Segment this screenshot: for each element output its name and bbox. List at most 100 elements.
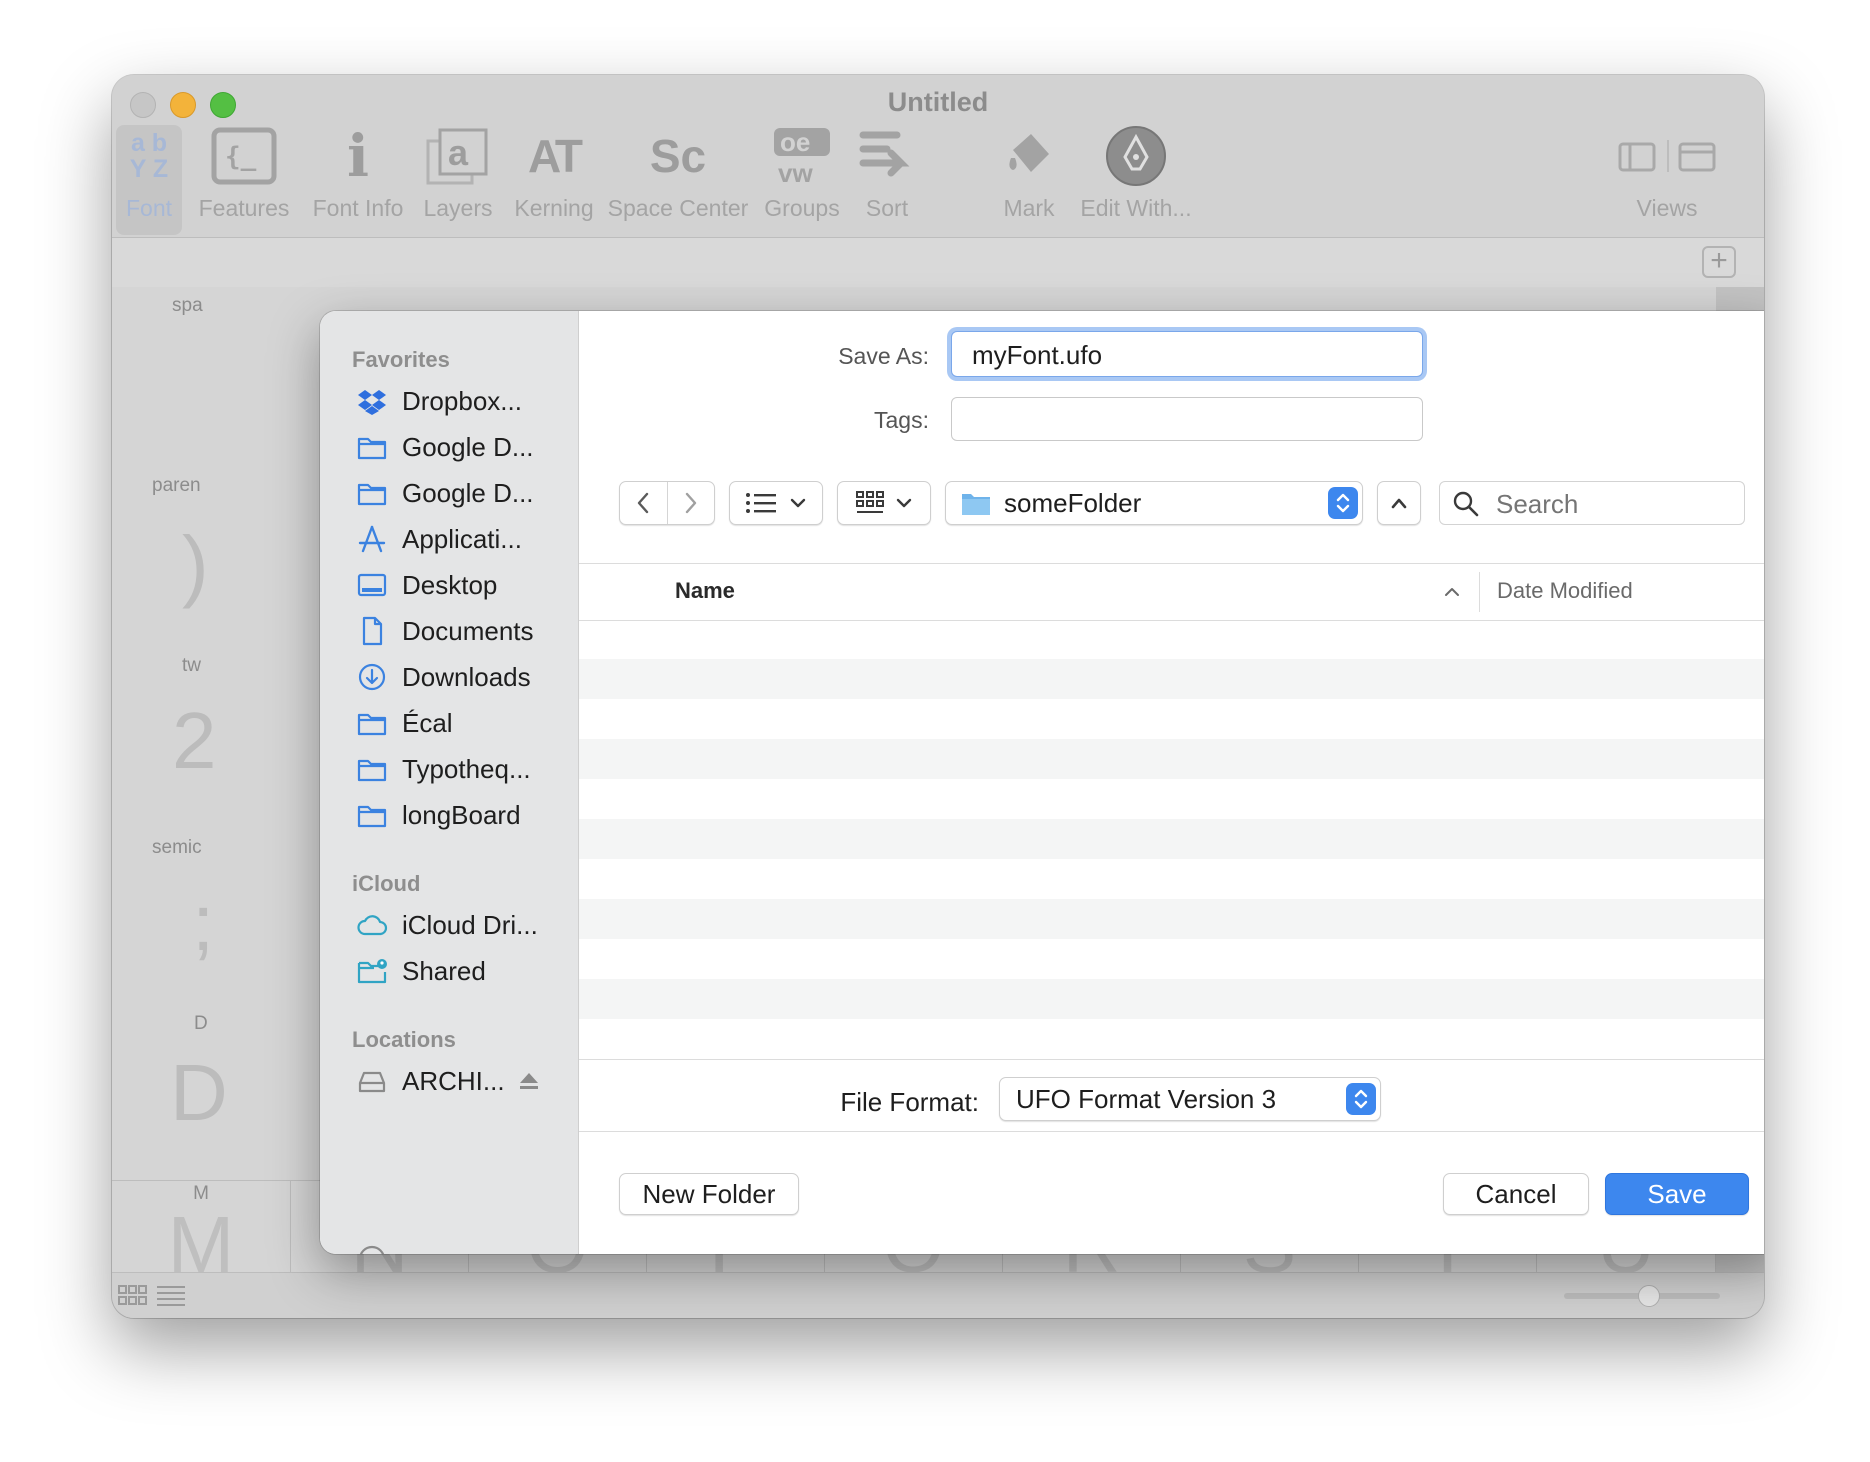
glyph-cell-label: M (193, 1183, 209, 1204)
window-title: Untitled (887, 87, 989, 117)
sidebar-item-google-drive-1[interactable]: Google D... (356, 425, 534, 469)
toolbar-features[interactable]: {_ Features (190, 125, 298, 235)
toolbar-label: Features (198, 195, 290, 221)
save-label: Save (1647, 1178, 1707, 1209)
toolbar-space-center[interactable]: Sc Space Center (606, 125, 750, 235)
tags-field[interactable] (951, 397, 1423, 441)
collapse-button[interactable] (1377, 481, 1421, 525)
toolbar-label: Edit With... (1080, 195, 1192, 221)
sidebar-item-partial (356, 1243, 388, 1254)
glyph-preview[interactable]: D (170, 1047, 228, 1139)
toolbar-kerning[interactable]: AT Kerning (506, 125, 602, 235)
back-button[interactable] (620, 482, 668, 524)
file-list-row (579, 1019, 1764, 1059)
file-list-header: Name Date Modified (579, 563, 1764, 621)
add-icon[interactable]: + (1702, 246, 1736, 278)
search-input[interactable] (1494, 488, 1738, 520)
svg-text:{_: {_ (225, 142, 257, 172)
column-header-date-modified[interactable]: Date Modified (1497, 578, 1633, 604)
info-icon: i (346, 122, 370, 190)
toolbar-label: Space Center (607, 195, 749, 221)
group-by-menu-button[interactable] (837, 481, 931, 525)
new-folder-button[interactable]: New Folder (619, 1173, 799, 1215)
save-button[interactable]: Save (1605, 1173, 1749, 1215)
toolbar-label: Sort (865, 195, 909, 221)
search-field[interactable] (1439, 481, 1745, 525)
eject-icon[interactable] (517, 1069, 541, 1093)
toolbar-label: Font (125, 195, 173, 221)
groups-icon: oe vw (760, 125, 844, 187)
glyph-cell-label: D (194, 1013, 208, 1034)
file-list-row (579, 939, 1764, 979)
sidebar-item-desktop[interactable]: Desktop (356, 563, 497, 607)
svg-text:vw: vw (778, 158, 813, 186)
layers-icon: a (418, 125, 498, 187)
file-list-row (579, 699, 1764, 739)
toolbar-groups[interactable]: oe vw Groups (760, 125, 844, 235)
views-icon (1612, 125, 1722, 187)
forward-button[interactable] (668, 482, 715, 524)
glyph-preview[interactable]: ) (182, 519, 209, 611)
applications-icon (358, 525, 386, 553)
up-down-arrows-icon (1336, 493, 1350, 513)
sidebar-item-documents[interactable]: Documents (356, 609, 534, 653)
save-as-label: Save As: (838, 343, 929, 369)
glyph-cell[interactable]: MM (112, 1180, 291, 1273)
sidebar-item-google-drive-2[interactable]: Google D... (356, 471, 534, 515)
sidebar-item-applications[interactable]: Applicati... (356, 517, 522, 561)
file-format-value: UFO Format Version 3 (1016, 1083, 1277, 1114)
toolbar-label: Mark (1003, 195, 1055, 221)
sidebar-item-archive-drive[interactable]: ARCHI... (356, 1059, 541, 1103)
save-as-value: myFont.ufo (972, 340, 1103, 370)
zoom-slider-knob[interactable] (1638, 1285, 1660, 1307)
list-view-icon[interactable] (156, 1283, 186, 1312)
toolbar-sort[interactable]: Sort (850, 125, 924, 235)
sidebar-item-shared[interactable]: Shared (356, 949, 486, 993)
space-center-icon: Sc (649, 130, 707, 182)
sidebar-item-downloads[interactable]: Downloads (356, 655, 531, 699)
sidebar-item-typotheque[interactable]: Typotheq... (356, 747, 531, 791)
sidebar-item-label: ARCHI... (402, 1065, 505, 1096)
toolbar-font[interactable]: a bY Z Font (116, 125, 182, 235)
sidebar-item-label: longBoard (402, 799, 521, 830)
sidebar-header-icloud: iCloud (352, 871, 421, 896)
sidebar-item-dropbox[interactable]: Dropbox... (356, 379, 522, 423)
glyph-preview[interactable]: ; (192, 877, 214, 969)
pen-tool-icon (1074, 125, 1198, 187)
grid-view-icon[interactable] (118, 1283, 148, 1312)
file-format-popup[interactable]: UFO Format Version 3 (999, 1077, 1381, 1121)
toolbar-mark[interactable]: Mark (992, 125, 1066, 235)
cancel-button[interactable]: Cancel (1443, 1173, 1589, 1215)
sidebar-item-label: Dropbox... (402, 385, 522, 416)
list-view-menu-button[interactable] (729, 481, 823, 525)
folder-icon (962, 494, 990, 515)
sidebar-item-ecal[interactable]: Écal (356, 701, 453, 745)
document-icon (362, 616, 383, 646)
sidebar-item-label: Google D... (402, 477, 534, 508)
app-window: Untitled a bY Z Font {_ Features i Font … (112, 75, 1764, 1318)
sort-ascending-icon[interactable] (1443, 586, 1461, 598)
save-dialog: Favorites Dropbox... Google D... Google … (320, 311, 1764, 1254)
toolbar-views[interactable]: Views (1612, 125, 1722, 235)
glyph-preview: M (167, 1215, 235, 1273)
sidebar-item-longboard[interactable]: longBoard (356, 793, 521, 837)
save-as-field[interactable]: myFont.ufo (951, 331, 1423, 377)
footer-divider (579, 1131, 1764, 1132)
cancel-label: Cancel (1475, 1178, 1557, 1209)
sidebar-item-label: iCloud Dri... (402, 909, 538, 940)
disk-icon (359, 1245, 385, 1254)
toolbar-label: Groups (764, 195, 840, 221)
toolbar-layers[interactable]: a Layers (418, 125, 498, 235)
sidebar-header-locations: Locations (352, 1027, 456, 1052)
glyph-preview[interactable]: 2 (172, 695, 217, 787)
toolbar-edit-with[interactable]: Edit With... (1074, 125, 1198, 235)
sidebar-item-icloud-drive[interactable]: iCloud Dri... (356, 903, 538, 947)
location-popup[interactable]: someFolder (945, 481, 1363, 525)
sidebar-item-label: Documents (402, 615, 534, 646)
column-header-name[interactable]: Name (675, 578, 735, 604)
toolbar-font-info[interactable]: i Font Info (308, 122, 408, 235)
zoom-slider[interactable] (1564, 1285, 1720, 1307)
sidebar-item-label: Typotheq... (402, 753, 531, 784)
file-list-row (579, 659, 1764, 699)
chevron-left-icon (638, 492, 649, 514)
